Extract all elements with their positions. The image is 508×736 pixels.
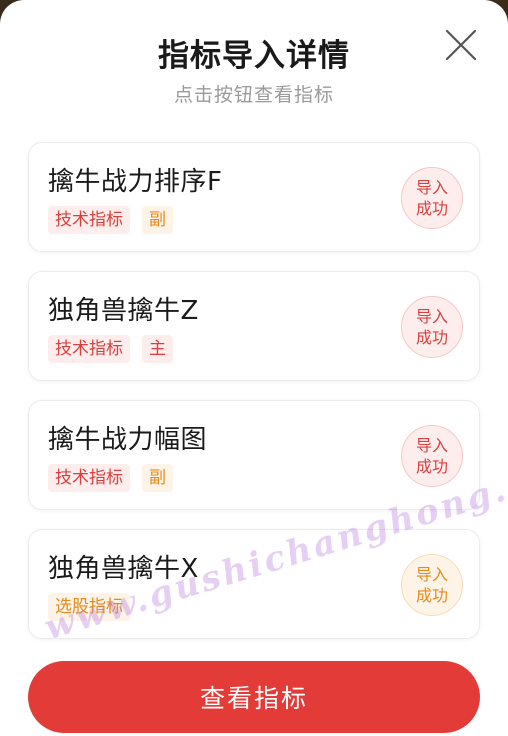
indicator-card[interactable]: 独角兽擒牛Z 技术指标 主 导入 成功 [28, 271, 480, 381]
indicator-card[interactable]: 独角兽擒牛X 选股指标 导入 成功 [28, 529, 480, 639]
indicator-name: 独角兽擒牛X [48, 554, 199, 584]
import-success-stamp: 导入 成功 [401, 554, 463, 616]
tag-position: 主 [142, 335, 173, 363]
indicator-tags: 技术指标 主 [48, 335, 173, 363]
tag-position: 副 [142, 206, 173, 234]
stamp-line1: 导入 [415, 178, 448, 197]
import-success-stamp: 导入 成功 [401, 296, 463, 358]
tag-type: 技术指标 [48, 206, 130, 234]
stamp-line2: 成功 [415, 328, 448, 347]
stamp-line1: 导入 [415, 307, 448, 326]
indicator-tags: 选股指标 [48, 593, 130, 621]
modal-subtitle: 点击按钮查看指标 [173, 84, 334, 106]
indicator-tags: 技术指标 副 [48, 206, 173, 234]
tag-type: 技术指标 [48, 464, 130, 492]
import-details-modal: 指标导入详情 点击按钮查看指标 擒牛战力排序F 技术指标 副 导入 成功 独角兽… [0, 0, 508, 736]
close-button[interactable] [444, 28, 478, 62]
tag-position: 副 [142, 464, 173, 492]
modal-title: 指标导入详情 [158, 38, 350, 74]
stamp-line1: 导入 [415, 436, 448, 455]
tag-type: 选股指标 [48, 593, 130, 621]
indicator-list: 擒牛战力排序F 技术指标 副 导入 成功 独角兽擒牛Z 技术指标 主 导入 成功… [28, 142, 480, 658]
tag-type: 技术指标 [48, 335, 130, 363]
stamp-line2: 成功 [415, 586, 448, 605]
indicator-tags: 技术指标 副 [48, 464, 173, 492]
indicator-name: 独角兽擒牛Z [48, 296, 199, 326]
indicator-card[interactable]: 擒牛战力幅图 技术指标 副 导入 成功 [28, 400, 480, 510]
stamp-line2: 成功 [415, 199, 448, 218]
stamp-line1: 导入 [415, 565, 448, 584]
indicator-name: 擒牛战力幅图 [48, 425, 208, 455]
stamp-line2: 成功 [415, 457, 448, 476]
indicator-card[interactable]: 擒牛战力排序F 技术指标 副 导入 成功 [28, 142, 480, 252]
import-success-stamp: 导入 成功 [401, 167, 463, 229]
close-icon [445, 29, 477, 61]
import-success-stamp: 导入 成功 [401, 425, 463, 487]
view-indicators-button[interactable]: 查看指标 [28, 661, 480, 733]
indicator-name: 擒牛战力排序F [48, 167, 223, 197]
